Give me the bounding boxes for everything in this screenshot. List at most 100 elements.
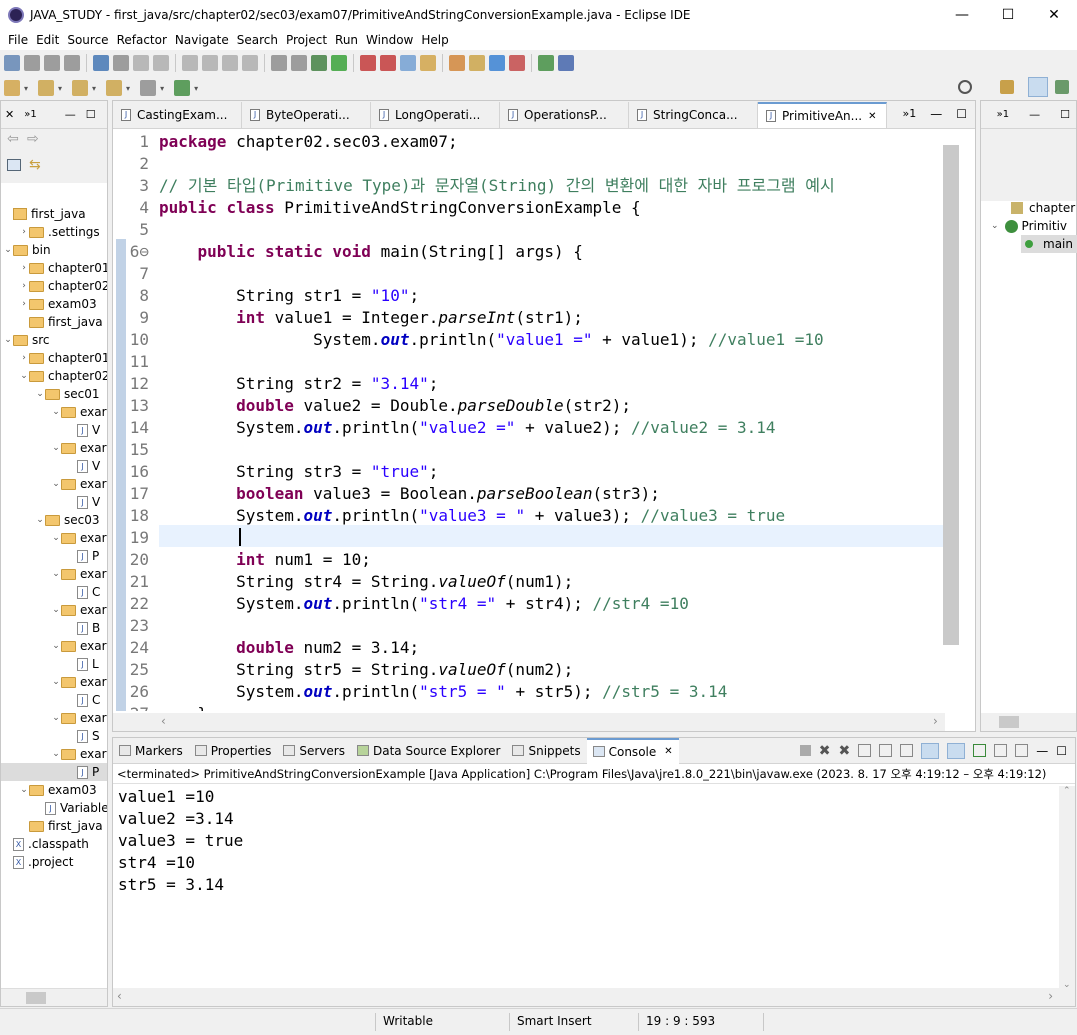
open-perspective-icon[interactable] (1000, 80, 1014, 94)
toolbar-icon[interactable] (400, 55, 416, 71)
toolbar-icon[interactable] (449, 55, 465, 71)
expand-toggle-icon[interactable]: ⌄ (51, 407, 61, 417)
expand-toggle-icon[interactable]: ⌄ (51, 677, 61, 687)
expand-toggle-icon[interactable]: › (19, 281, 29, 291)
menu-run[interactable]: Run (331, 33, 362, 47)
tree-item[interactable]: JS (1, 727, 107, 745)
expand-toggle-icon[interactable]: ⌄ (51, 443, 61, 453)
toolbar-icon[interactable] (133, 55, 149, 71)
tree-item[interactable]: JV (1, 421, 107, 439)
code-line[interactable]: String str2 = "3.14"; (159, 373, 438, 395)
toolbar-icon[interactable] (509, 55, 525, 71)
toolbar-icon[interactable] (24, 55, 40, 71)
clear-console-icon[interactable] (858, 744, 872, 757)
code-line[interactable]: public static void main(String[] args) { (159, 241, 583, 263)
tree-item[interactable]: › chapter02 (1, 277, 107, 295)
editor-tab[interactable]: J CastingExam... (113, 102, 242, 128)
expand-toggle-icon[interactable]: › (19, 227, 29, 237)
minimize-view-icon[interactable]: — (65, 108, 76, 121)
view-menu-icon[interactable]: »1 (24, 109, 36, 120)
tree-item[interactable]: › chapter01 (1, 259, 107, 277)
java-perspective-icon[interactable] (1028, 77, 1048, 97)
expand-toggle-icon[interactable]: ⌄ (3, 335, 13, 345)
code-line[interactable] (159, 527, 236, 549)
toolbar-icon[interactable] (420, 55, 436, 71)
expand-toggle-icon[interactable]: ⌄ (51, 641, 61, 651)
minimize-editor-icon[interactable]: — (930, 107, 942, 121)
menu-source[interactable]: Source (63, 33, 112, 47)
expand-toggle-icon[interactable]: ⌄ (51, 479, 61, 489)
tree-item[interactable]: JV (1, 493, 107, 511)
remove-all-icon[interactable]: ✖ (839, 743, 851, 759)
expand-toggle-icon[interactable]: ⌄ (51, 533, 61, 543)
expand-toggle-icon[interactable]: › (19, 299, 29, 309)
code-line[interactable]: double value2 = Double.parseDouble(str2)… (159, 395, 631, 417)
tree-item[interactable]: JC (1, 583, 107, 601)
console-output[interactable]: value1 =10 value2 =3.14 value3 = true str4 … (113, 784, 1075, 896)
toolbar-icon[interactable] (202, 55, 218, 71)
menu-file[interactable]: File (4, 33, 32, 47)
code-line[interactable]: System.out.println("value1 =" + value1);… (159, 329, 824, 351)
expand-toggle-icon[interactable]: ⌄ (51, 713, 61, 723)
expand-toggle-icon[interactable]: ⌄ (3, 245, 13, 255)
minimize-view-icon[interactable]: — (1029, 108, 1040, 121)
menu-window[interactable]: Window (362, 33, 417, 47)
tree-item[interactable]: JV (1, 457, 107, 475)
code-line[interactable]: System.out.println("str4 =" + str4); //s… (159, 593, 689, 615)
code-line[interactable]: public class PrimitiveAndStringConversio… (159, 197, 641, 219)
menu-refactor[interactable]: Refactor (113, 33, 171, 47)
code-line[interactable]: // 기본 타입(Primitive Type)과 문자열(String) 간의… (159, 175, 835, 197)
toolbar-icon[interactable] (469, 55, 485, 71)
tree-item[interactable]: X .classpath (1, 835, 107, 853)
tree-item[interactable]: › exam03 (1, 295, 107, 313)
tree-item[interactable]: ⌄ exar (1, 601, 107, 619)
toolbar-icon[interactable] (174, 80, 191, 96)
tree-item[interactable]: first_java (1, 313, 107, 331)
tree-item[interactable]: X .project (1, 853, 107, 871)
expand-toggle-icon[interactable]: ⌄ (19, 785, 29, 795)
tree-item[interactable]: › .settings (1, 223, 107, 241)
tree-item[interactable]: ⌄ exar (1, 529, 107, 547)
code-line[interactable]: System.out.println("value3 = " + value3)… (159, 505, 785, 527)
outline-item-package[interactable]: chapter (1011, 201, 1075, 215)
menu-help[interactable]: Help (417, 33, 452, 47)
code-line[interactable]: package chapter02.sec03.exam07; (159, 131, 458, 153)
display-console-icon[interactable] (994, 744, 1008, 757)
toolbar-icon[interactable] (4, 55, 20, 71)
toolbar-icon[interactable] (64, 55, 80, 71)
tree-item[interactable]: first_java (1, 817, 107, 835)
tree-item[interactable]: JB (1, 619, 107, 637)
horizontal-scrollbar[interactable] (1, 988, 107, 1006)
toolbar-icon[interactable] (538, 55, 554, 71)
code-line[interactable]: } (159, 703, 208, 711)
toolbar-icon[interactable] (153, 55, 169, 71)
code-line[interactable]: String str3 = "true"; (159, 461, 438, 483)
tree-item[interactable]: ⌄ sec03 (1, 511, 107, 529)
code-line[interactable]: System.out.println("str5 = " + str5); //… (159, 681, 727, 703)
maximize-editor-icon[interactable]: ☐ (956, 107, 967, 121)
tree-item[interactable]: first_java (1, 205, 107, 223)
editor-tab[interactable]: J PrimitiveAn... ✕ (758, 102, 887, 128)
code-line[interactable]: boolean value3 = Boolean.parseBoolean(st… (159, 483, 660, 505)
toolbar-icon[interactable] (93, 55, 109, 71)
tree-item[interactable]: ⌄ exam03 (1, 781, 107, 799)
collapse-all-icon[interactable] (7, 159, 21, 171)
tree-item[interactable]: ⌄ exar (1, 475, 107, 493)
toolbar-icon[interactable] (311, 55, 327, 71)
code-line[interactable]: double num2 = 3.14; (159, 637, 419, 659)
code-line[interactable]: String str1 = "10"; (159, 285, 419, 307)
toolbar-icon[interactable] (44, 55, 60, 71)
editor-overflow-tabs[interactable]: »1 (903, 107, 917, 121)
tree-item[interactable]: JL (1, 655, 107, 673)
code-line[interactable]: int value1 = Integer.parseInt(str1); (159, 307, 583, 329)
toolbar-icon[interactable] (140, 80, 157, 96)
code-line[interactable]: System.out.println("value2 =" + value2);… (159, 417, 775, 439)
tree-item[interactable]: JC (1, 691, 107, 709)
tree-item[interactable]: ⌄ sec01 (1, 385, 107, 403)
show-on-output-icon[interactable] (921, 742, 940, 759)
toolbar-icon[interactable] (38, 80, 55, 96)
maximize-button[interactable]: ☐ (985, 0, 1031, 30)
tree-item[interactable]: › chapter01 (1, 349, 107, 367)
tab-data-source-explorer[interactable]: Data Source Explorer (351, 738, 506, 764)
maximize-console-icon[interactable]: ☐ (1056, 744, 1067, 758)
